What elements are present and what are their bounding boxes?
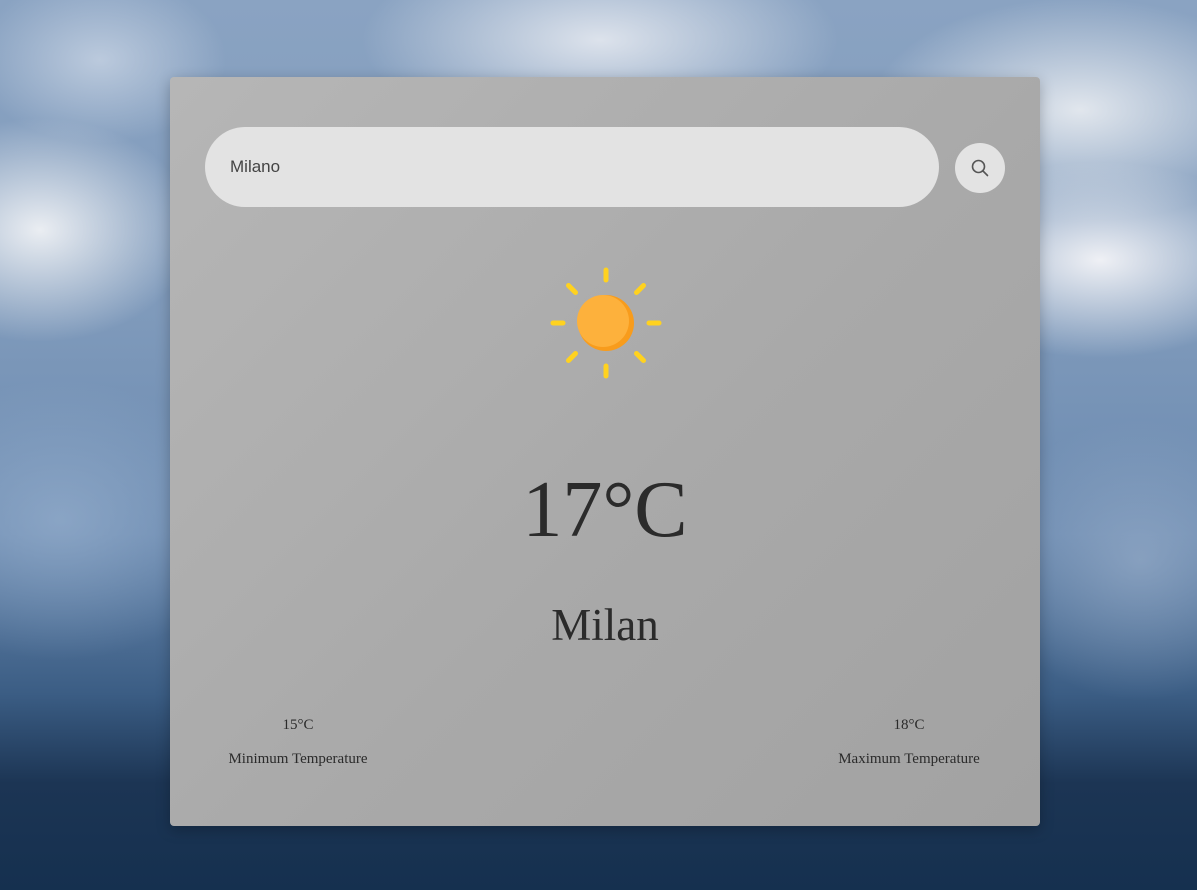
- max-temperature-block: 18°C Maximum Temperature: [809, 715, 1009, 769]
- search-button[interactable]: [955, 143, 1005, 193]
- weather-card: 17°C Milan 15°C Minimum Temperature 18°C…: [170, 77, 1040, 826]
- search-icon: [971, 159, 989, 177]
- min-temperature-block: 15°C Minimum Temperature: [198, 715, 398, 769]
- max-temperature-value: 18°C: [893, 717, 925, 733]
- temperature-value: 17°C: [522, 466, 688, 554]
- min-temperature-label: Minimum Temperature: [228, 751, 368, 767]
- max-temperature-label: Maximum Temperature: [838, 751, 980, 767]
- min-temperature-value: 15°C: [282, 717, 314, 733]
- search-input[interactable]: [205, 127, 939, 207]
- city-name: Milan: [551, 600, 659, 650]
- sun-icon: [550, 267, 662, 379]
